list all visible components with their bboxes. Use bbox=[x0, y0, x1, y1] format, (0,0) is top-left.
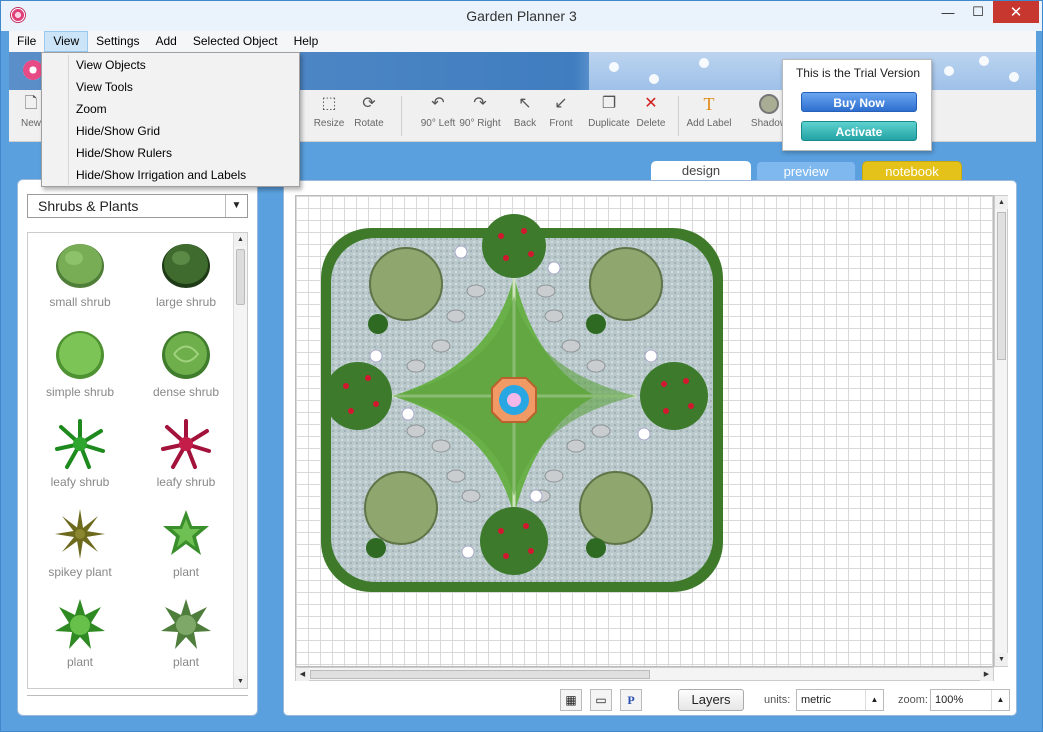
scroll-thumb[interactable] bbox=[997, 212, 1006, 360]
canvas-vertical-scrollbar[interactable]: ▲ ▼ bbox=[994, 195, 1008, 667]
tab-preview[interactable]: preview bbox=[756, 161, 856, 181]
plant-item-simple-shrub[interactable]: simple shrub bbox=[30, 327, 130, 399]
plant-list-scrollbar[interactable]: ▲ ▼ bbox=[233, 233, 247, 688]
menu-settings[interactable]: Settings bbox=[88, 31, 147, 52]
category-dropdown[interactable]: Shrubs & Plants ▼ bbox=[27, 194, 248, 218]
tab-design[interactable]: design bbox=[651, 161, 751, 181]
rotate-icon: ⟳ bbox=[362, 95, 376, 112]
minimize-button[interactable]: — bbox=[933, 1, 963, 23]
scroll-right-icon[interactable]: ▶ bbox=[980, 668, 993, 681]
title-bar: Garden Planner 3 — ☐ ✕ bbox=[1, 1, 1042, 31]
menu-add[interactable]: Add bbox=[148, 31, 185, 52]
leafy-red-shrub-icon bbox=[161, 419, 211, 469]
maximize-button[interactable]: ☐ bbox=[963, 1, 993, 23]
bring-front-button[interactable]: ↙ Front bbox=[536, 94, 586, 129]
plant-item-plant-star[interactable]: plant bbox=[136, 507, 236, 579]
scroll-down-icon[interactable]: ▼ bbox=[995, 653, 1008, 666]
close-button[interactable]: ✕ bbox=[993, 1, 1039, 23]
new-document-icon: 🗋 bbox=[24, 95, 38, 112]
scroll-left-icon[interactable]: ◀ bbox=[296, 668, 309, 681]
shadow-icon bbox=[759, 94, 779, 114]
delete-x-icon: ✕ bbox=[644, 95, 658, 112]
rosette-plant-icon bbox=[55, 599, 105, 649]
zoom-select[interactable]: 100% ▲ bbox=[930, 689, 1010, 711]
fern-plant-icon bbox=[161, 599, 211, 649]
plant-item-small-shrub[interactable]: small shrub bbox=[30, 237, 130, 309]
canvas-horizontal-scrollbar[interactable]: ◀ ▶ bbox=[295, 667, 994, 681]
buy-now-button[interactable]: Buy Now bbox=[801, 92, 917, 112]
delete-button[interactable]: ✕ Delete bbox=[626, 94, 676, 129]
scroll-up-icon[interactable]: ▲ bbox=[234, 233, 247, 246]
rotate-left-icon: ↶ bbox=[431, 95, 445, 112]
triangle-up-icon[interactable]: ▲ bbox=[865, 690, 883, 710]
plant-item-leafy-shrub-red[interactable]: leafy shrub bbox=[136, 417, 236, 489]
send-back-icon: ↖ bbox=[518, 95, 532, 112]
menu-view[interactable]: View bbox=[44, 31, 89, 52]
plant-labels-icon[interactable]: P bbox=[620, 689, 642, 711]
panel-divider bbox=[27, 695, 248, 696]
rotate-button[interactable]: ⟳ Rotate bbox=[344, 94, 394, 129]
window-title: Garden Planner 3 bbox=[466, 8, 577, 24]
chevron-down-icon[interactable]: ▼ bbox=[225, 195, 247, 217]
menu-help[interactable]: Help bbox=[286, 31, 327, 52]
plant-item-large-shrub[interactable]: large shrub bbox=[136, 237, 236, 309]
menu-item-hide-show-irrigation[interactable]: Hide/Show Irrigation and Labels bbox=[76, 165, 246, 185]
design-panel: ▲ ▼ ◀ ▶ ▦ ▭ P Layers units: metric ▲ zoo… bbox=[283, 180, 1017, 716]
plant-item-spikey-plant[interactable]: spikey plant bbox=[30, 507, 130, 579]
duplicate-icon: ❐ bbox=[601, 95, 617, 112]
menu-file[interactable]: File bbox=[9, 31, 44, 52]
trial-message: This is the Trial Version bbox=[795, 66, 921, 80]
units-select[interactable]: metric ▲ bbox=[796, 689, 884, 711]
toolbar-separator bbox=[401, 96, 402, 136]
view-menu-dropdown: View Objects View Tools Zoom Hide/Show G… bbox=[41, 52, 300, 187]
simple-shrub-icon bbox=[56, 331, 104, 379]
bring-front-icon: ↙ bbox=[554, 95, 568, 112]
plant-item-plant-rosette[interactable]: plant bbox=[30, 597, 130, 669]
garden-canvas[interactable] bbox=[295, 195, 994, 667]
menu-item-hide-show-grid[interactable]: Hide/Show Grid bbox=[76, 121, 160, 141]
rotate-right-icon: ↷ bbox=[473, 95, 487, 112]
menu-item-hide-show-rulers[interactable]: Hide/Show Rulers bbox=[76, 143, 172, 163]
star-plant-icon bbox=[163, 510, 209, 555]
toolbar-separator bbox=[678, 96, 679, 136]
text-label-icon: T bbox=[703, 94, 715, 114]
plant-list: small shrub large shrub simple shrub den… bbox=[27, 232, 248, 689]
small-shrub-icon bbox=[56, 244, 104, 288]
activate-button[interactable]: Activate bbox=[801, 121, 917, 141]
scroll-up-icon[interactable]: ▲ bbox=[995, 196, 1008, 209]
menu-bar: File View Settings Add Selected Object H… bbox=[9, 31, 1036, 52]
spikey-plant-icon bbox=[55, 509, 105, 559]
scroll-thumb[interactable] bbox=[310, 670, 650, 679]
zoom-label: zoom: bbox=[898, 694, 928, 706]
objects-panel: Shrubs & Plants ▼ small shrub large shru… bbox=[17, 179, 258, 716]
menu-item-view-objects[interactable]: View Objects bbox=[76, 55, 146, 75]
resize-icon: ⬚ bbox=[321, 95, 337, 112]
garden-layout-drawing bbox=[321, 214, 723, 592]
units-label: units: bbox=[764, 694, 791, 706]
dense-shrub-icon bbox=[162, 331, 210, 379]
tab-notebook[interactable]: notebook bbox=[862, 161, 962, 181]
large-shrub-icon bbox=[162, 244, 210, 288]
add-label-button[interactable]: T Add Label bbox=[684, 94, 734, 129]
scroll-thumb[interactable] bbox=[236, 249, 245, 305]
menu-gutter bbox=[68, 55, 69, 185]
leafy-green-shrub-icon bbox=[55, 419, 105, 469]
plant-item-plant-fern[interactable]: plant bbox=[136, 597, 236, 669]
app-window: Garden Planner 3 — ☐ ✕ File View Setting… bbox=[0, 0, 1043, 732]
menu-item-zoom[interactable]: Zoom bbox=[76, 99, 107, 119]
rotate-right-button[interactable]: ↷ 90° Right bbox=[455, 94, 505, 129]
trial-notice: This is the Trial Version Buy Now Activa… bbox=[782, 59, 932, 151]
menu-selected-object[interactable]: Selected Object bbox=[185, 31, 286, 52]
grid-toggle-icon[interactable]: ▦ bbox=[560, 689, 582, 711]
ruler-toggle-icon[interactable]: ▭ bbox=[590, 689, 612, 711]
layers-button[interactable]: Layers bbox=[678, 689, 744, 711]
scroll-down-icon[interactable]: ▼ bbox=[234, 675, 247, 688]
plant-item-leafy-shrub-green[interactable]: leafy shrub bbox=[30, 417, 130, 489]
flower-logo-icon bbox=[23, 60, 43, 80]
plant-item-dense-shrub[interactable]: dense shrub bbox=[136, 327, 236, 399]
menu-item-view-tools[interactable]: View Tools bbox=[76, 77, 133, 97]
triangle-up-icon[interactable]: ▲ bbox=[991, 690, 1009, 710]
